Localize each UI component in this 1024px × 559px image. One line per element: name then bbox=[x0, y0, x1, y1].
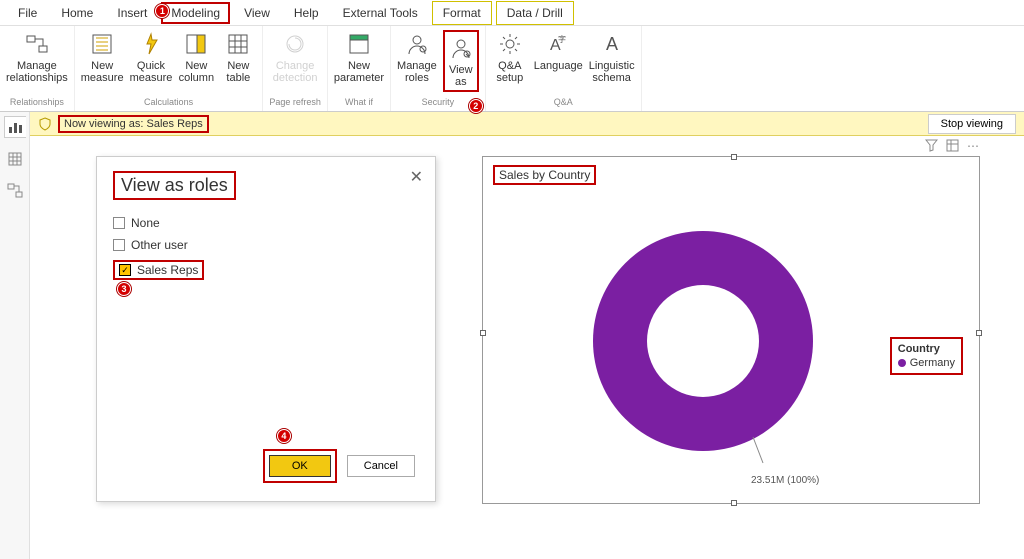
role-other-user[interactable]: Other user bbox=[113, 238, 419, 252]
tab-help[interactable]: Help bbox=[284, 2, 329, 24]
language-button[interactable]: A字 Language bbox=[534, 30, 583, 72]
svg-text:字: 字 bbox=[558, 34, 566, 44]
group-security: Manage roles View as Security 2 bbox=[391, 26, 486, 111]
column-icon bbox=[182, 30, 210, 58]
report-view-button[interactable] bbox=[4, 116, 26, 138]
focus-icon[interactable] bbox=[946, 139, 959, 153]
annotation-badge-3: 3 bbox=[117, 282, 131, 296]
checkbox-icon[interactable] bbox=[113, 239, 125, 251]
dialog-title: View as roles bbox=[113, 171, 236, 200]
gear-icon bbox=[496, 30, 524, 58]
cancel-button[interactable]: Cancel bbox=[347, 455, 415, 477]
group-page-refresh: Change detection Page refresh bbox=[263, 26, 328, 111]
chart-legend: Country Germany bbox=[890, 337, 963, 375]
annotation-badge-2: 2 bbox=[469, 99, 483, 113]
stop-viewing-button[interactable]: Stop viewing bbox=[928, 114, 1016, 134]
new-column-button[interactable]: New column bbox=[178, 30, 214, 84]
tab-file[interactable]: File bbox=[8, 2, 47, 24]
tab-insert[interactable]: Insert bbox=[107, 2, 157, 24]
more-icon[interactable]: ⋯ bbox=[967, 139, 979, 153]
group-label-relationships: Relationships bbox=[10, 95, 64, 107]
group-whatif: New parameter What if bbox=[328, 26, 391, 111]
roles-icon bbox=[403, 30, 431, 58]
info-bar-text: Now viewing as: Sales Reps bbox=[58, 115, 209, 133]
relationships-icon bbox=[23, 30, 51, 58]
data-view-button[interactable] bbox=[4, 148, 26, 170]
info-bar: Now viewing as: Sales Reps Stop viewing bbox=[30, 112, 1024, 136]
language-icon: A字 bbox=[544, 30, 572, 58]
tab-modeling[interactable]: Modeling bbox=[161, 2, 230, 24]
quick-measure-button[interactable]: Quick measure bbox=[130, 30, 173, 84]
ribbon-tabs: File Home Insert Modeling 1 View Help Ex… bbox=[0, 0, 1024, 26]
donut-data-label: 23.51M (100%) bbox=[751, 475, 819, 486]
legend-item: Germany bbox=[898, 357, 955, 369]
annotation-badge-4: 4 bbox=[277, 429, 291, 443]
parameter-icon bbox=[345, 30, 373, 58]
change-detection-button: Change detection bbox=[273, 30, 318, 84]
sales-by-country-visual[interactable]: ⋯ Sales by Country 23.51M (100%) Country… bbox=[482, 156, 980, 504]
manage-roles-button[interactable]: Manage roles bbox=[397, 30, 437, 84]
tab-data-drill[interactable]: Data / Drill bbox=[496, 1, 574, 25]
measure-icon bbox=[88, 30, 116, 58]
manage-relationships-button[interactable]: Manage relationships bbox=[6, 30, 68, 84]
tab-format[interactable]: Format bbox=[432, 1, 492, 25]
checkbox-checked-icon[interactable]: ✓ bbox=[119, 264, 131, 276]
close-icon[interactable]: ✕ bbox=[410, 167, 423, 187]
new-table-button[interactable]: New table bbox=[220, 30, 256, 84]
linguistic-icon: A bbox=[598, 30, 626, 58]
new-measure-button[interactable]: New measure bbox=[81, 30, 124, 84]
legend-swatch-icon bbox=[898, 359, 906, 367]
view-as-roles-dialog: ✕ View as roles None Other user ✓ Sales … bbox=[96, 156, 436, 502]
tab-external-tools[interactable]: External Tools bbox=[333, 2, 428, 24]
side-rail bbox=[0, 112, 30, 559]
model-view-button[interactable] bbox=[4, 180, 26, 202]
linguistic-schema-button[interactable]: A Linguistic schema bbox=[589, 30, 635, 84]
dialog-buttons: 4 OK Cancel bbox=[263, 449, 415, 483]
role-other-label: Other user bbox=[131, 238, 188, 252]
group-qa: Q&A setup A字 Language A Linguistic schem… bbox=[486, 26, 642, 111]
view-as-button[interactable]: View as bbox=[443, 30, 479, 92]
group-relationships: Manage relationships Relationships bbox=[0, 26, 75, 111]
donut-chart bbox=[563, 201, 843, 481]
change-detection-icon bbox=[281, 30, 309, 58]
report-canvas[interactable]: ✕ View as roles None Other user ✓ Sales … bbox=[30, 136, 1024, 559]
tab-home[interactable]: Home bbox=[51, 2, 103, 24]
ok-button[interactable]: OK bbox=[269, 455, 331, 477]
role-sales-label: Sales Reps bbox=[137, 263, 198, 277]
manage-relationships-label: Manage relationships bbox=[6, 60, 68, 84]
visual-title: Sales by Country bbox=[493, 165, 596, 185]
ribbon-body: Manage relationships Relationships New m… bbox=[0, 26, 1024, 112]
checkbox-icon[interactable] bbox=[113, 217, 125, 229]
visual-toolbar: ⋯ bbox=[925, 139, 979, 153]
role-none[interactable]: None bbox=[113, 216, 419, 230]
legend-title: Country bbox=[898, 343, 955, 355]
quick-measure-icon bbox=[137, 30, 165, 58]
role-sales-reps[interactable]: ✓ Sales Reps bbox=[113, 260, 204, 280]
role-none-label: None bbox=[131, 216, 160, 230]
svg-text:A: A bbox=[606, 34, 618, 54]
qa-setup-button[interactable]: Q&A setup bbox=[492, 30, 528, 84]
role-list: None Other user ✓ Sales Reps 3 bbox=[113, 216, 419, 280]
filter-icon[interactable] bbox=[925, 139, 938, 153]
group-calculations: New measure Quick measure New column New… bbox=[75, 26, 264, 111]
view-as-icon bbox=[447, 34, 475, 62]
tab-view[interactable]: View bbox=[234, 2, 280, 24]
shield-icon bbox=[38, 117, 52, 131]
main-area: ✕ View as roles None Other user ✓ Sales … bbox=[0, 136, 1024, 559]
table-icon bbox=[224, 30, 252, 58]
new-parameter-button[interactable]: New parameter bbox=[334, 30, 384, 84]
annotation-badge-1: 1 bbox=[155, 4, 169, 18]
